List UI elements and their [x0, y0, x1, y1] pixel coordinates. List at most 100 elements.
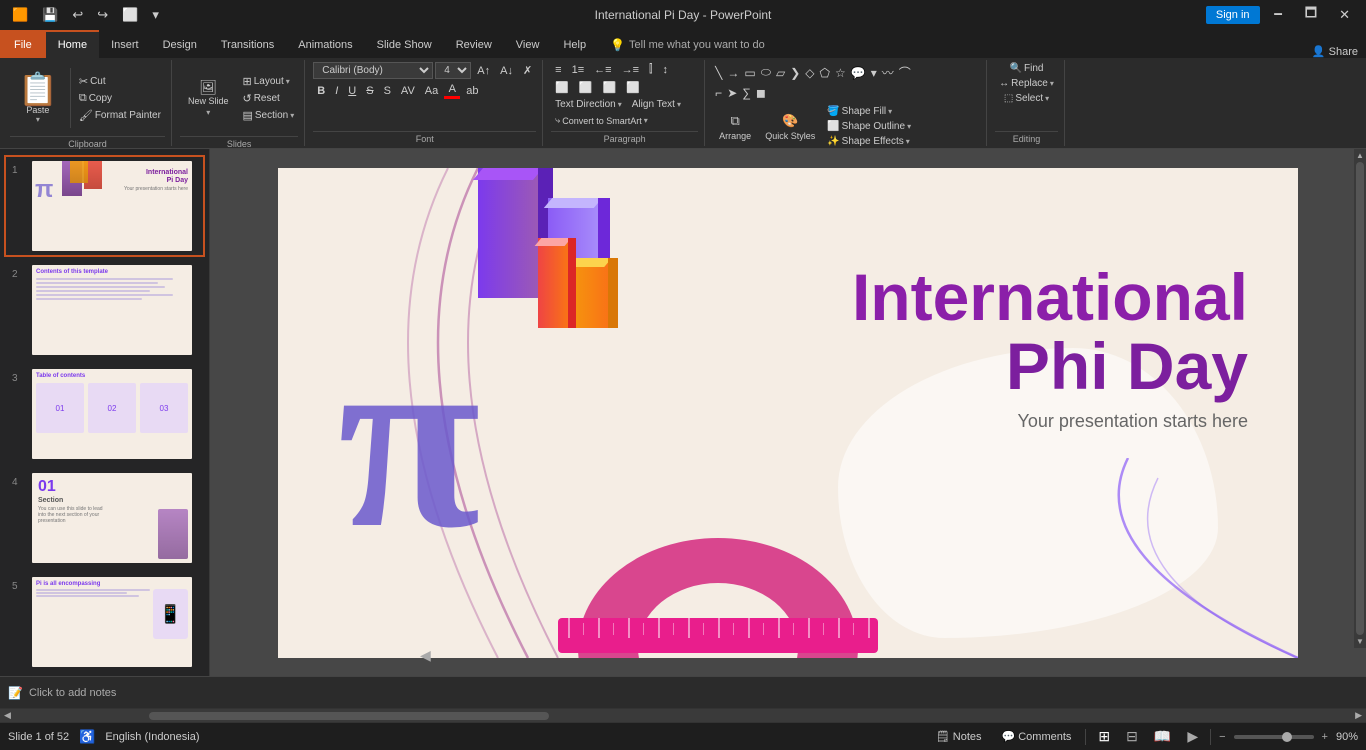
notes-placeholder[interactable]: Click to add notes	[29, 687, 116, 699]
clear-format-button[interactable]: ✗	[519, 63, 536, 78]
shape-flowchart[interactable]: ◼	[754, 84, 768, 102]
layout-button[interactable]: ⊞ Layout ▾	[238, 74, 298, 89]
sign-in-button[interactable]: Sign in	[1206, 6, 1260, 24]
cut-button[interactable]: ✂ Cut	[75, 74, 165, 89]
tab-transitions[interactable]: Transitions	[209, 30, 286, 58]
scroll-up-arrow[interactable]: ▲	[1356, 151, 1364, 160]
tab-insert[interactable]: Insert	[99, 30, 151, 58]
tab-home[interactable]: Home	[46, 30, 99, 58]
shape-pentagon[interactable]: ⬠	[818, 64, 832, 82]
zoom-slider[interactable]	[1234, 735, 1314, 739]
save-icon[interactable]: 💾	[38, 5, 62, 25]
section-button[interactable]: ▤ Section ▾	[238, 108, 298, 123]
find-button[interactable]: 🔍 Find	[1006, 62, 1048, 75]
undo-icon[interactable]: ↩	[68, 5, 87, 25]
tab-file[interactable]: File	[0, 30, 46, 58]
change-case-button[interactable]: Aa	[421, 84, 442, 98]
arrange-button[interactable]: ⧉ Arrange	[713, 110, 757, 144]
slide-thumb-3[interactable]: 3 Table of contents 01 02 03	[4, 363, 205, 465]
tab-view[interactable]: View	[504, 30, 552, 58]
shadow-button[interactable]: S	[380, 84, 395, 98]
notes-bar[interactable]: 📝 Click to add notes	[0, 676, 1366, 708]
shape-diamond[interactable]: ◇	[803, 64, 816, 82]
shape-chevron-right[interactable]: ❯	[788, 64, 802, 82]
slide-sorter-button[interactable]: ⊟	[1122, 726, 1142, 747]
close-button[interactable]: ✕	[1331, 5, 1358, 25]
canvas-area[interactable]: ◀	[210, 149, 1366, 676]
scroll-right-btn[interactable]: ▶	[1351, 709, 1366, 722]
slide-thumb-1[interactable]: 1 π InternationalPi Day Your presentatio…	[4, 155, 205, 257]
underline-button[interactable]: U	[344, 84, 360, 98]
slide-thumb-5[interactable]: 5 Pi is all encompassing 📱	[4, 571, 205, 673]
vertical-scrollbar[interactable]: ▲ ▼	[1354, 149, 1366, 648]
share-button[interactable]: 👤 Share	[1312, 45, 1358, 58]
scroll-thumb[interactable]	[1356, 162, 1364, 635]
copy-button[interactable]: ⧉ Copy	[75, 91, 165, 106]
notes-button[interactable]: 🗒 Notes	[930, 728, 988, 745]
font-family-select[interactable]: Calibri (Body)	[313, 62, 433, 79]
shape-effects-button[interactable]: ✨ Shape Effects ▾	[823, 135, 915, 148]
shape-parallelogram[interactable]: ▱	[774, 64, 787, 82]
shape-fill-button[interactable]: 🪣 Shape Fill ▾	[823, 105, 915, 118]
slide-thumb-2[interactable]: 2 Contents of this template	[4, 259, 205, 361]
new-slide-button[interactable]: 🖼 New Slide ▾	[180, 62, 237, 134]
paste-button[interactable]: 📋 Paste ▾	[10, 69, 66, 128]
qat-dropdown[interactable]: ▾	[148, 5, 163, 25]
zoom-level[interactable]: 90%	[1336, 731, 1358, 743]
shape-callout[interactable]: 💬	[849, 64, 868, 82]
convert-smartart-button[interactable]: ⤷ Convert to SmartArt ▾	[551, 114, 652, 127]
comments-button[interactable]: 💬 Comments	[996, 728, 1078, 745]
font-color-button[interactable]: A	[445, 82, 460, 96]
increase-indent-button[interactable]: →≡	[618, 63, 643, 77]
shape-block-arrow[interactable]: ➤	[725, 84, 739, 102]
decrease-indent-button[interactable]: ←≡	[590, 63, 615, 77]
zoom-out-button[interactable]: −	[1219, 731, 1225, 743]
maximize-button[interactable]: 🗖	[1297, 2, 1325, 28]
shapes-more[interactable]: ▾	[869, 64, 879, 82]
normal-view-button[interactable]: ⊞	[1094, 726, 1114, 747]
italic-button[interactable]: I	[331, 84, 342, 98]
font-size-select[interactable]: 40	[435, 62, 471, 79]
minimize-button[interactable]: 🗕	[1266, 2, 1291, 28]
text-direction-button[interactable]: Text Direction ▾	[551, 98, 626, 111]
font-color-container[interactable]: A	[444, 82, 460, 99]
tab-help[interactable]: Help	[551, 30, 598, 58]
columns-button[interactable]: ⫿	[645, 62, 657, 77]
strikethrough-button[interactable]: S	[362, 84, 377, 98]
customize-icon[interactable]: ⬜	[118, 5, 142, 25]
align-center-button[interactable]: ⬜	[575, 80, 597, 95]
line-spacing-button[interactable]: ↕	[659, 63, 673, 77]
zoom-thumb[interactable]	[1282, 732, 1292, 742]
scroll-left-btn[interactable]: ◀	[0, 709, 15, 722]
language[interactable]: English (Indonesia)	[105, 731, 199, 743]
scroll-down-arrow[interactable]: ▼	[1356, 637, 1364, 646]
shape-outline-button[interactable]: ⬜ Shape Outline ▾	[823, 120, 915, 133]
decrease-font-button[interactable]: A↓	[496, 64, 517, 78]
shape-oval[interactable]: ⬭	[759, 63, 773, 82]
shape-connector[interactable]: ⌐	[713, 84, 724, 102]
format-painter-button[interactable]: 🖌 Format Painter	[75, 108, 165, 123]
shape-star[interactable]: ☆	[833, 64, 848, 82]
h-scrollbar-thumb[interactable]	[149, 712, 550, 720]
zoom-in-button[interactable]: +	[1322, 731, 1328, 743]
align-text-button[interactable]: Align Text ▾	[628, 98, 685, 111]
tab-slideshow[interactable]: Slide Show	[365, 30, 444, 58]
shape-line[interactable]: ╲	[713, 64, 724, 82]
select-button[interactable]: ⬚ Select ▾	[1000, 92, 1053, 105]
justify-button[interactable]: ⬜	[622, 80, 644, 95]
reading-view-button[interactable]: 📖	[1150, 726, 1175, 747]
shape-arrow[interactable]: →	[725, 64, 741, 82]
align-right-button[interactable]: ⬜	[599, 80, 621, 95]
slide-canvas[interactable]: π International Phi Day Your presentatio…	[278, 168, 1298, 658]
bullets-button[interactable]: ≡	[551, 63, 565, 77]
redo-icon[interactable]: ↪	[93, 5, 112, 25]
numbering-button[interactable]: 1≡	[568, 63, 589, 77]
quick-styles-button[interactable]: 🎨 Quick Styles	[759, 110, 821, 144]
replace-button[interactable]: ↔ Replace ▾	[995, 77, 1058, 90]
tab-review[interactable]: Review	[444, 30, 504, 58]
highlight-color-button[interactable]: ab	[462, 84, 482, 98]
scroll-left[interactable]: ◀	[420, 647, 431, 664]
shape-equation[interactable]: ∑	[740, 84, 753, 102]
bold-button[interactable]: B	[313, 84, 329, 98]
tab-design[interactable]: Design	[151, 30, 209, 58]
